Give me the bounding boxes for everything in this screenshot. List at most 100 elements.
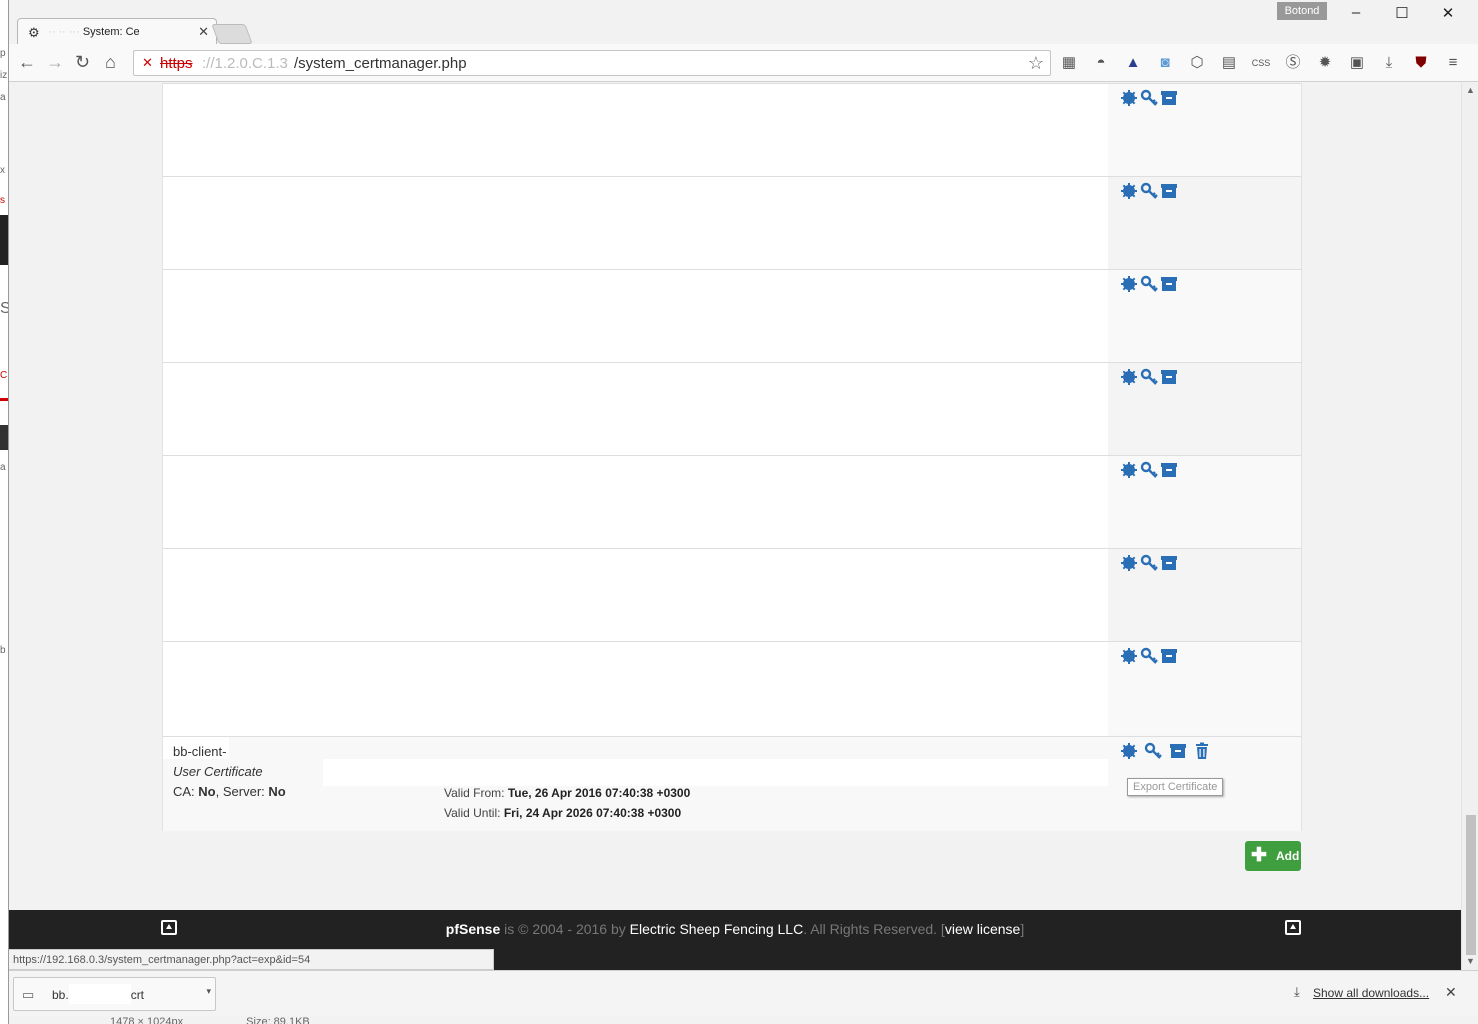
document-icon[interactable]: ▣ bbox=[1347, 53, 1367, 73]
new-tab-button[interactable] bbox=[211, 24, 253, 44]
certificate-info-cell bbox=[163, 177, 1108, 269]
delete-trash-icon[interactable] bbox=[1193, 742, 1211, 760]
certificate-actions bbox=[1120, 647, 1180, 667]
export-key-icon[interactable] bbox=[1140, 182, 1158, 200]
gear-icon[interactable]: ✹ bbox=[1315, 53, 1335, 73]
certificate-file-icon: ▭ bbox=[22, 987, 35, 1002]
bookmark-star-icon[interactable]: ☆ bbox=[1028, 53, 1044, 74]
certificate-actions-cell bbox=[1108, 549, 1301, 641]
plus-icon: ✚ bbox=[1251, 845, 1267, 866]
export-key-icon[interactable] bbox=[1144, 742, 1163, 760]
close-download-shelf-icon[interactable]: ✕ bbox=[1445, 984, 1457, 1001]
export-ca-icon[interactable] bbox=[1120, 647, 1138, 665]
reload-icon[interactable]: ↻ bbox=[75, 52, 90, 73]
qr-code-icon[interactable]: ▦ bbox=[1059, 53, 1079, 73]
menu-icon[interactable]: ≡ bbox=[1443, 53, 1463, 73]
certificate-info-cell bbox=[163, 456, 1108, 548]
export-archive-icon[interactable] bbox=[1160, 554, 1178, 572]
export-ca-icon[interactable] bbox=[1120, 275, 1138, 293]
vertical-scrollbar[interactable]: ▲ ▼ bbox=[1461, 83, 1478, 970]
export-certificate-tooltip: Export Certificate bbox=[1127, 778, 1224, 796]
css-icon[interactable]: CSS bbox=[1251, 53, 1271, 73]
image-icon[interactable]: ▤ bbox=[1219, 53, 1239, 73]
export-archive-icon[interactable] bbox=[1160, 275, 1178, 293]
certificate-row bbox=[163, 548, 1301, 641]
download-item[interactable]: ▭ bb. crt ▾ bbox=[13, 977, 216, 1011]
underlying-window-info: 1478 × 1024px Size: 89.1KB bbox=[110, 1016, 310, 1024]
export-archive-icon[interactable] bbox=[1160, 368, 1178, 386]
back-arrow-icon[interactable]: ← bbox=[18, 52, 36, 73]
export-key-icon[interactable] bbox=[1140, 647, 1158, 665]
certificate-name: bb-client- bbox=[173, 744, 227, 759]
certificate-row bbox=[163, 176, 1301, 269]
export-key-icon[interactable] bbox=[1140, 461, 1158, 479]
export-key-icon[interactable] bbox=[1140, 275, 1158, 293]
download-icon: ⤓ bbox=[1294, 984, 1300, 999]
certificate-actions bbox=[1120, 368, 1180, 388]
export-archive-icon[interactable] bbox=[1169, 742, 1187, 760]
export-ca-icon[interactable] bbox=[1120, 368, 1138, 386]
download-filename: bb. crt bbox=[52, 984, 144, 1004]
export-key-icon[interactable] bbox=[1140, 554, 1158, 572]
close-window-button[interactable]: ✕ bbox=[1425, 4, 1471, 22]
certificate-actions-cell bbox=[1108, 456, 1301, 548]
scroll-down-arrow-icon[interactable]: ▼ bbox=[1466, 956, 1475, 966]
export-archive-icon[interactable] bbox=[1160, 647, 1178, 665]
download-arrow-icon[interactable]: ⤓ bbox=[1379, 53, 1399, 73]
show-all-downloads-link[interactable]: Show all downloads... bbox=[1313, 986, 1429, 1000]
scroll-up-arrow-icon[interactable]: ▲ bbox=[1466, 85, 1475, 95]
add-button-label: Add bbox=[1276, 849, 1300, 863]
skype-icon[interactable]: Ⓢ bbox=[1283, 53, 1303, 73]
ublock-icon[interactable]: ⛊ bbox=[1411, 53, 1431, 73]
chevron-down-icon[interactable]: ▾ bbox=[206, 986, 211, 997]
scrollbar-thumb[interactable] bbox=[1466, 815, 1476, 955]
export-ca-icon[interactable] bbox=[1120, 89, 1138, 107]
certificate-row bbox=[163, 455, 1301, 548]
view-license-link[interactable]: view license bbox=[945, 921, 1020, 937]
profile-badge[interactable]: Botond bbox=[1277, 2, 1327, 20]
valid-from: Valid From: Tue, 26 Apr 2016 07:40:38 +0… bbox=[444, 786, 691, 800]
scroll-top-icon-right[interactable] bbox=[1285, 920, 1301, 935]
export-ca-icon[interactable] bbox=[1120, 182, 1138, 200]
home-icon[interactable]: ⌂ bbox=[105, 52, 116, 73]
export-archive-icon[interactable] bbox=[1160, 89, 1178, 107]
browser-toolbar: ← → ↻ ⌂ ✕ https ://1.2.0.C.1.3 /system_c… bbox=[9, 44, 1478, 82]
certificate-actions bbox=[1120, 89, 1180, 109]
forward-arrow-icon[interactable]: → bbox=[46, 52, 64, 73]
insecure-lock-icon[interactable]: ✕ bbox=[142, 55, 153, 71]
export-key-icon[interactable] bbox=[1140, 89, 1158, 107]
footer-copyright: pfSense is © 2004 - 2016 by Electric She… bbox=[445, 921, 1025, 937]
minimize-button[interactable]: – bbox=[1333, 4, 1379, 21]
certificate-actions bbox=[1120, 742, 1213, 762]
title-bar: ⚙ ·· ·· ··· System: Ce ✕ Botond – ☐ ✕ bbox=[9, 0, 1478, 45]
maximize-button[interactable]: ☐ bbox=[1379, 4, 1425, 22]
export-ca-icon[interactable] bbox=[1120, 461, 1138, 479]
certificate-actions bbox=[1120, 554, 1180, 574]
cube-icon[interactable]: ⬡ bbox=[1187, 53, 1207, 73]
browser-window: ⚙ ·· ·· ··· System: Ce ✕ Botond – ☐ ✕ ← … bbox=[8, 0, 1478, 1024]
certificate-info-cell bbox=[163, 270, 1108, 362]
certificate-actions-cell bbox=[1108, 642, 1301, 734]
add-button[interactable]: ✚ Add bbox=[1245, 841, 1301, 871]
incognito-glasses-icon[interactable]: ◓ bbox=[1091, 53, 1111, 73]
certificate-row bbox=[163, 83, 1301, 176]
export-archive-icon[interactable] bbox=[1160, 182, 1178, 200]
certificate-actions bbox=[1120, 461, 1180, 481]
export-ca-icon[interactable] bbox=[1120, 742, 1138, 760]
export-archive-icon[interactable] bbox=[1160, 461, 1178, 479]
certificate-actions-cell bbox=[1108, 270, 1301, 362]
export-ca-icon[interactable] bbox=[1120, 554, 1138, 572]
url-host: ://1.2.0.C.1.3 bbox=[202, 55, 288, 72]
tab-close-icon[interactable]: ✕ bbox=[198, 24, 209, 40]
valid-until: Valid Until: Fri, 24 Apr 2026 07:40:38 +… bbox=[444, 806, 682, 820]
tab-active[interactable]: ⚙ ·· ·· ··· System: Ce ✕ bbox=[17, 18, 217, 45]
tab-title: ·· ·· ··· System: Ce bbox=[48, 26, 140, 38]
address-bar[interactable]: ✕ https ://1.2.0.C.1.3 /system_certmanag… bbox=[133, 50, 1051, 76]
url-scheme: https bbox=[160, 55, 193, 72]
certificate-actions-cell bbox=[1108, 84, 1301, 176]
camera-icon[interactable]: ◙ bbox=[1155, 53, 1175, 73]
pfsense-favicon-icon: ⚙ bbox=[28, 25, 40, 40]
stylish-icon[interactable]: ▲ bbox=[1123, 53, 1143, 73]
export-key-icon[interactable] bbox=[1140, 368, 1158, 386]
certificate-row bbox=[163, 641, 1301, 734]
